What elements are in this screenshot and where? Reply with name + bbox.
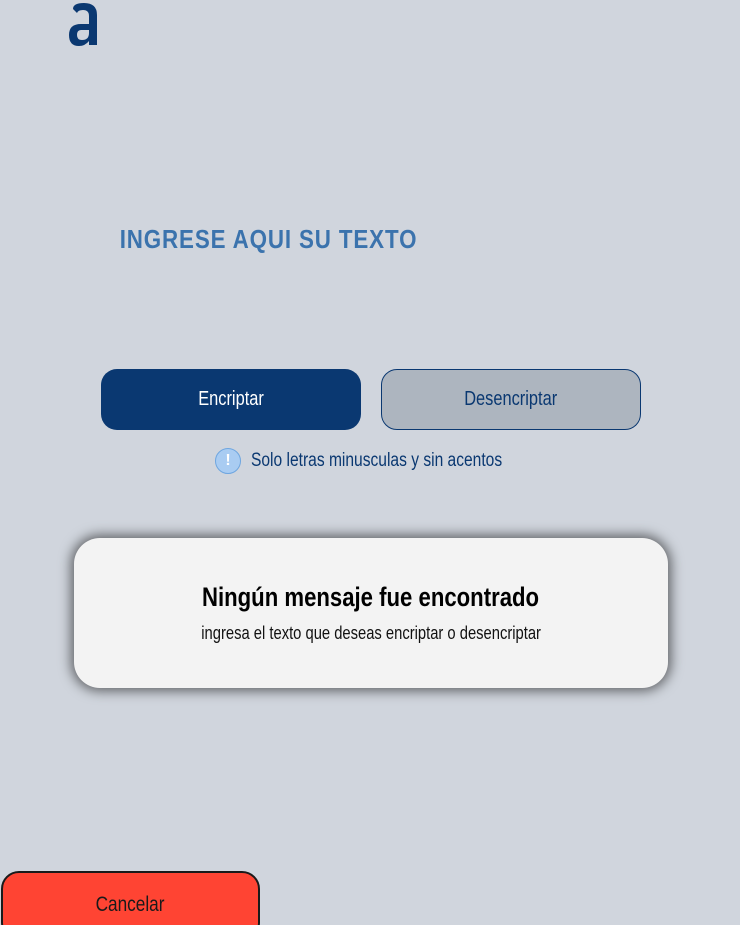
- result-title: Ningún mensaje fue encontrado: [202, 582, 540, 612]
- app-page: Encriptar Desencriptar ! Solo letras min…: [0, 0, 740, 925]
- decrypt-button[interactable]: Desencriptar: [381, 369, 641, 430]
- alura-logo-icon: [60, 0, 108, 54]
- encrypt-button-label: Encriptar: [198, 388, 264, 410]
- decrypt-button-label: Desencriptar: [464, 388, 558, 410]
- cancel-button-label: Cancelar: [96, 893, 165, 916]
- message-input[interactable]: [118, 210, 566, 320]
- input-hint: ! Solo letras minusculas y sin acentos: [215, 446, 557, 476]
- info-exclamation-icon: !: [215, 448, 241, 474]
- cancel-button[interactable]: Cancelar: [1, 871, 260, 925]
- result-subtitle: ingresa el texto que deseas encriptar o …: [201, 623, 541, 643]
- hint-text: Solo letras minusculas y sin acentos: [251, 450, 503, 471]
- result-panel: Ningún mensaje fue encontrado ingresa el…: [74, 538, 668, 688]
- encrypt-button[interactable]: Encriptar: [101, 369, 361, 430]
